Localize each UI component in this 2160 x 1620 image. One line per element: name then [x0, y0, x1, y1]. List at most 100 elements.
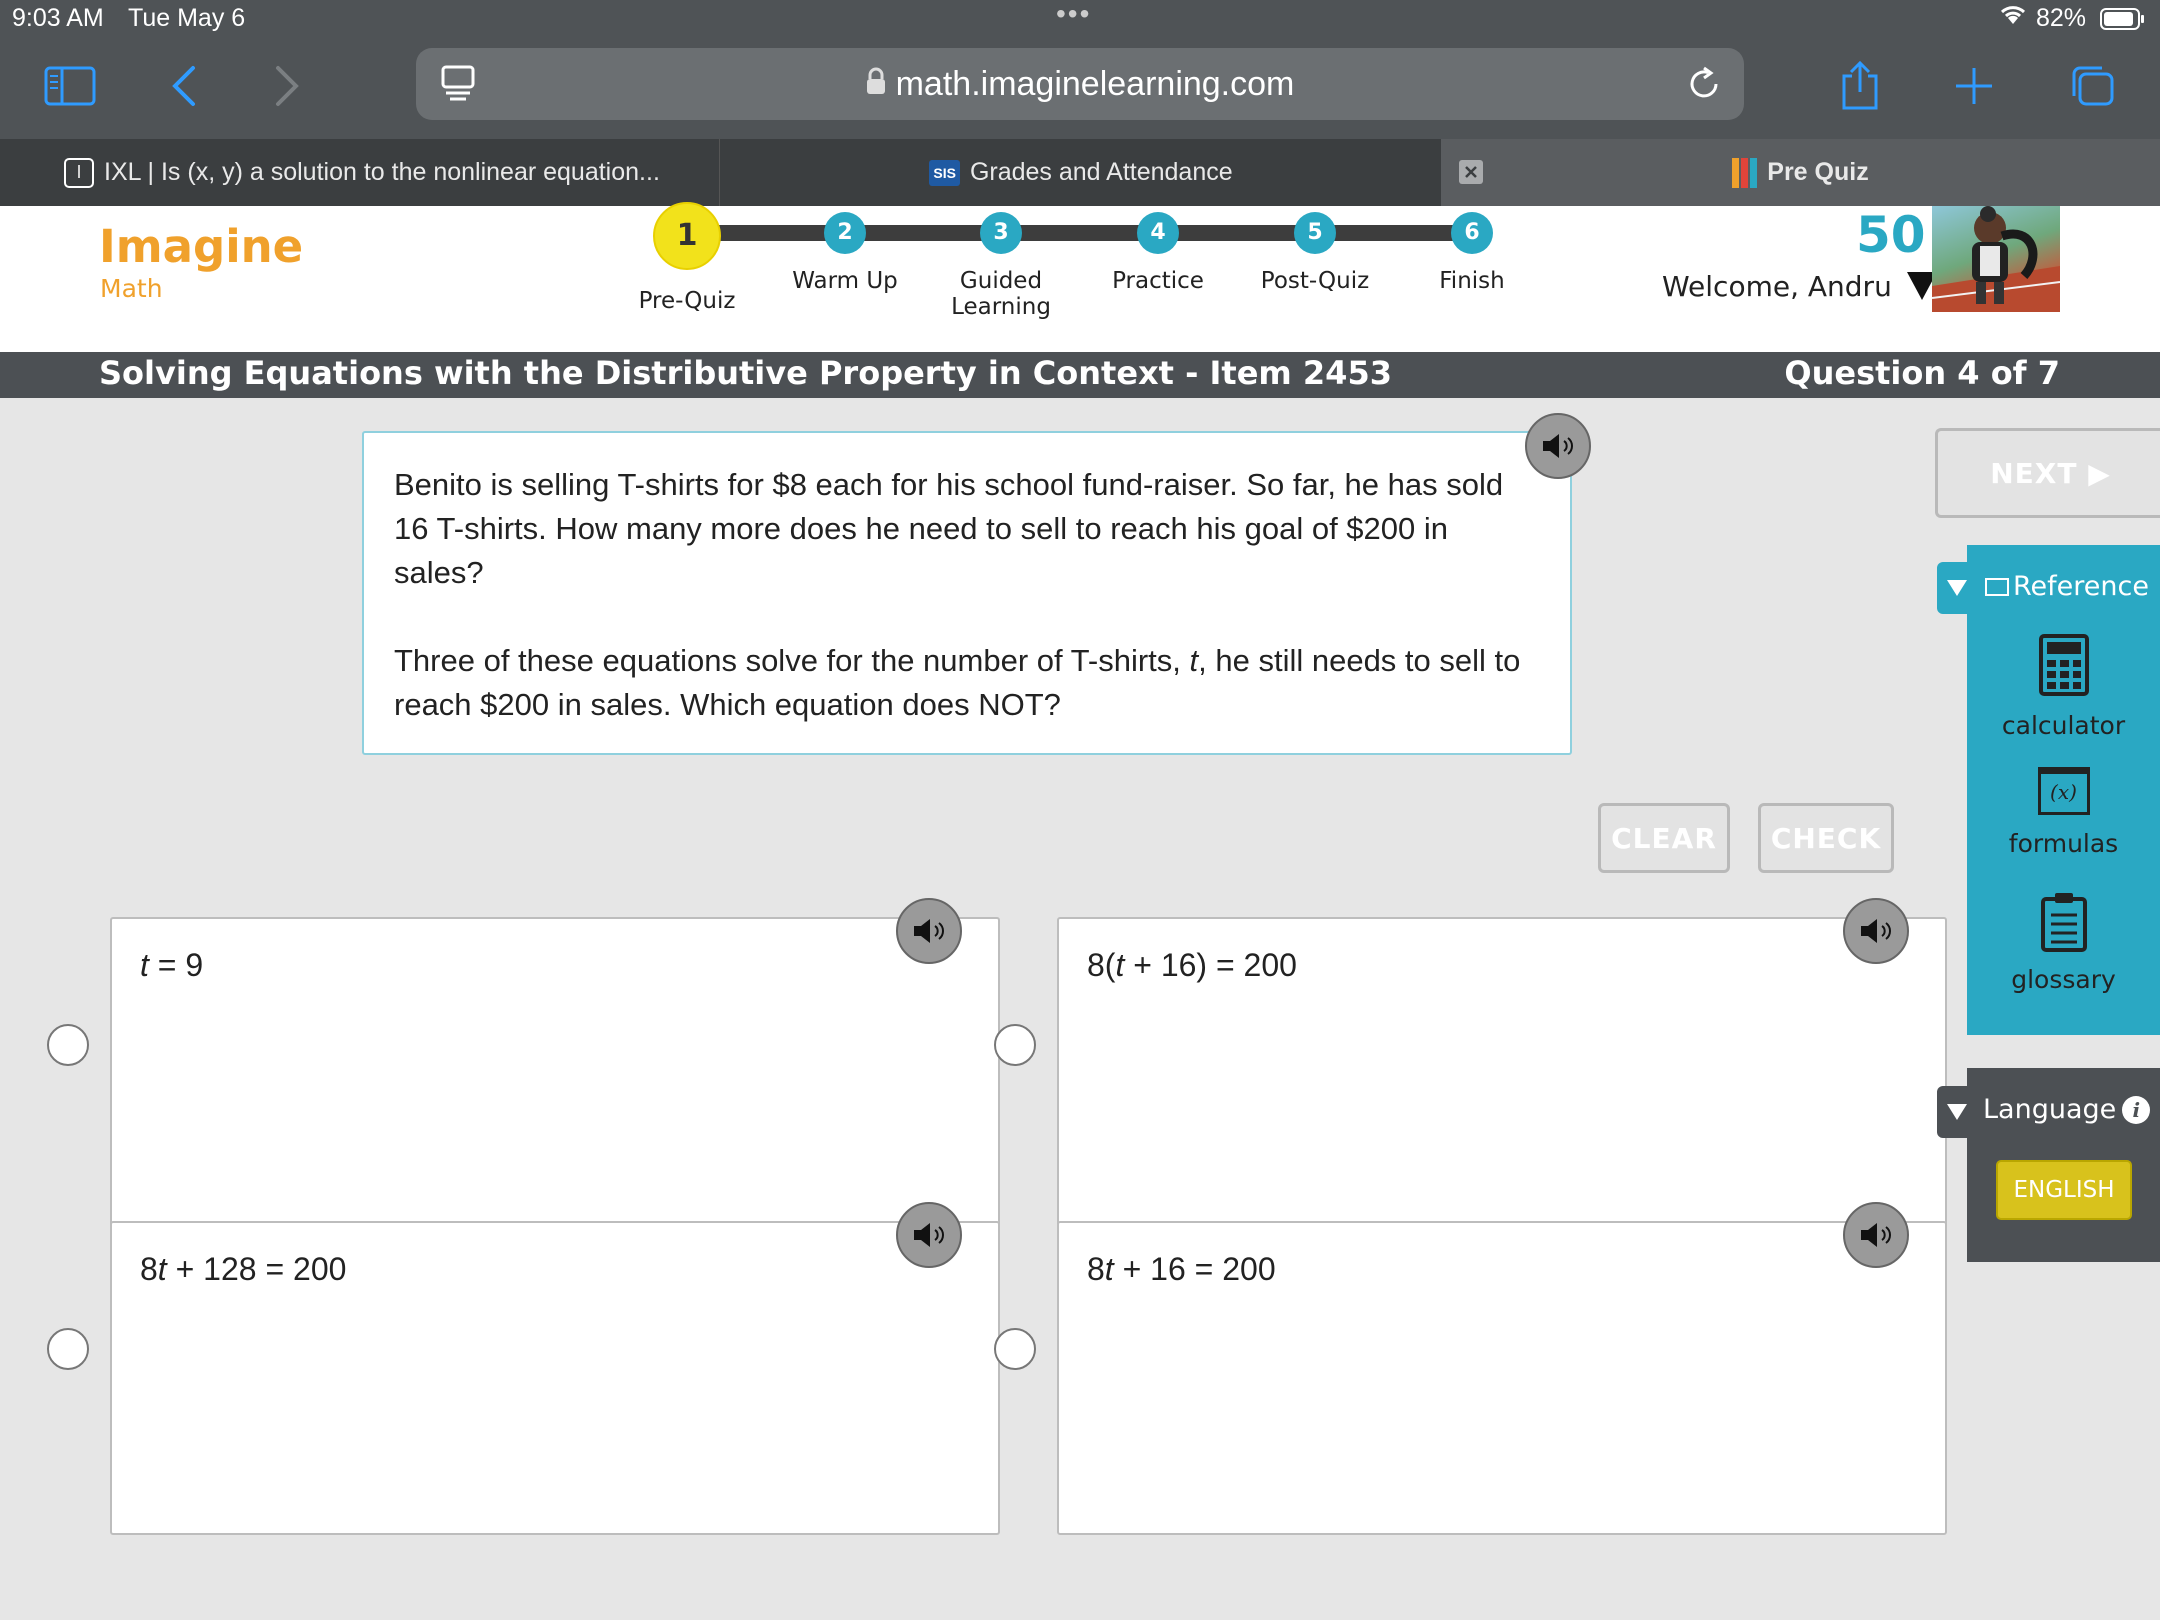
- battery-icon: [2100, 8, 2146, 39]
- answer-audio-button-d[interactable]: [1843, 1202, 1909, 1268]
- reload-icon[interactable]: [1686, 66, 1722, 106]
- step-post-quiz[interactable]: 5 Post-Quiz: [1235, 206, 1395, 294]
- tool-label: glossary: [2011, 965, 2116, 994]
- app-header: Imagine Math 1 Pre-Quiz 2 Warm Up 3 Guid…: [0, 202, 2160, 352]
- speaker-icon: [1861, 919, 1891, 943]
- ixl-favicon: I: [64, 157, 94, 188]
- next-button[interactable]: NEXT ▶: [1935, 428, 2160, 518]
- reference-panel: Reference calculator (x) formulas glossa…: [1967, 545, 2160, 1035]
- step-label: Guided Learning: [951, 268, 1051, 320]
- step-label: Post-Quiz: [1260, 268, 1370, 294]
- battery-percent: 82%: [2036, 4, 2087, 32]
- tab-grades[interactable]: SIS Grades and Attendance: [721, 139, 1441, 206]
- tab-pre-quiz[interactable]: Pre Quiz: [1441, 139, 2160, 206]
- step-number: 2: [824, 212, 866, 254]
- clipboard-icon: [2040, 893, 2087, 952]
- welcome-text: Welcome, Andru: [1662, 270, 1892, 303]
- speaker-icon: [914, 919, 944, 943]
- back-icon[interactable]: [155, 58, 211, 114]
- answer-choice-c[interactable]: 8t + 128 = 200: [110, 1221, 1000, 1535]
- reference-icon: [1985, 577, 2009, 596]
- avatar[interactable]: [1932, 206, 2060, 312]
- answer-radio-a[interactable]: [47, 1024, 89, 1066]
- question-text: Benito is selling T-shirts for $8 each f…: [394, 467, 1504, 590]
- english-button[interactable]: ENGLISH: [1996, 1160, 2132, 1220]
- answer-choice-a[interactable]: t = 9: [110, 917, 1000, 1231]
- calculator-icon: [2038, 634, 2089, 696]
- answer-text: 8t + 16 = 200: [1087, 1251, 1276, 1287]
- browser-toolbar: 9:03 AM Tue May 6 ••• 82% math.imaginele…: [0, 0, 2160, 139]
- share-icon[interactable]: [1832, 58, 1888, 114]
- formulas-tool[interactable]: (x) formulas: [1967, 767, 2160, 858]
- language-title: Language: [1983, 1094, 2117, 1125]
- wifi-icon: [1998, 2, 2028, 33]
- logo[interactable]: Imagine: [99, 220, 303, 273]
- user-menu[interactable]: Welcome, Andru: [1662, 270, 1937, 303]
- step-label: Practice: [1112, 268, 1204, 294]
- answer-text: t = 9: [140, 947, 204, 983]
- answer-text: 8t + 128 = 200: [140, 1251, 347, 1287]
- status-date: Tue May 6: [128, 4, 246, 32]
- speaker-icon: [914, 1223, 944, 1247]
- lesson-title: Solving Equations with the Distributive …: [99, 354, 1392, 392]
- answer-radio-c[interactable]: [47, 1328, 89, 1370]
- url-text[interactable]: math.imaginelearning.com: [416, 48, 1744, 120]
- new-tab-icon[interactable]: [1946, 58, 2002, 114]
- address-bar[interactable]: math.imaginelearning.com: [416, 48, 1744, 120]
- answer-choice-d[interactable]: 8t + 16 = 200: [1057, 1221, 1947, 1535]
- step-number: 3: [980, 212, 1022, 254]
- lock-icon: [866, 65, 886, 104]
- close-tab-icon[interactable]: [1459, 160, 1483, 184]
- logo-subtitle: Math: [100, 274, 163, 303]
- answer-audio-button-b[interactable]: [1843, 898, 1909, 964]
- step-number: 5: [1294, 212, 1336, 254]
- score: 50: [1856, 206, 1926, 264]
- question-instruction: Three of these equations solve for the n…: [394, 643, 1521, 722]
- lesson-title-bar: Solving Equations with the Distributive …: [0, 352, 2160, 398]
- step-label: Warm Up: [792, 268, 898, 294]
- question-counter: Question 4 of 7: [1784, 354, 2060, 392]
- answer-audio-button-c[interactable]: [896, 1202, 962, 1268]
- tool-label: calculator: [2001, 711, 2126, 740]
- calculator-tool[interactable]: calculator: [1967, 633, 2160, 740]
- formulas-icon: (x): [2037, 767, 2090, 815]
- clear-button[interactable]: CLEAR: [1598, 803, 1730, 873]
- step-finish[interactable]: 6 Finish: [1392, 206, 1552, 294]
- tabs-overview-icon[interactable]: [2064, 58, 2120, 114]
- step-warm-up[interactable]: 2 Warm Up: [765, 206, 925, 294]
- answer-choice-b[interactable]: 8(t + 16) = 200: [1057, 917, 1947, 1231]
- step-pre-quiz[interactable]: 1 Pre-Quiz: [607, 202, 767, 314]
- language-header: Language i: [1983, 1094, 2151, 1125]
- step-guided-learning[interactable]: 3 Guided Learning: [921, 206, 1081, 320]
- step-label: Finish: [1439, 268, 1505, 294]
- check-button[interactable]: CHECK: [1758, 803, 1894, 873]
- forward-icon[interactable]: [260, 58, 316, 114]
- info-icon[interactable]: i: [2122, 1095, 2151, 1124]
- question-card: Benito is selling T-shirts for $8 each f…: [362, 431, 1572, 755]
- step-practice[interactable]: 4 Practice: [1078, 206, 1238, 294]
- answer-radio-d[interactable]: [994, 1328, 1036, 1370]
- step-number: 1: [653, 202, 721, 270]
- status-time: 9:03 AM: [12, 4, 104, 32]
- step-number: 6: [1451, 212, 1493, 254]
- answer-radio-b[interactable]: [994, 1024, 1036, 1066]
- sis-favicon: SIS: [929, 159, 960, 186]
- tab-label: Grades and Attendance: [969, 158, 1233, 186]
- tab-label: Pre Quiz: [1767, 158, 1869, 186]
- speaker-icon: [1543, 434, 1573, 458]
- tab-label: IXL | Is (x, y) a solution to the nonlin…: [104, 158, 660, 186]
- tool-label: formulas: [2008, 829, 2119, 858]
- answer-text: 8(t + 16) = 200: [1087, 947, 1297, 983]
- reference-header[interactable]: Reference: [1985, 571, 2149, 602]
- glossary-tool[interactable]: glossary: [1967, 891, 2160, 994]
- step-number: 4: [1137, 212, 1179, 254]
- question-audio-button[interactable]: [1525, 413, 1591, 479]
- step-label: Pre-Quiz: [638, 288, 736, 314]
- tab-bar: I IXL | Is (x, y) a solution to the nonl…: [0, 139, 2160, 206]
- multitask-dots[interactable]: •••: [1056, 0, 1091, 30]
- tab-ixl[interactable]: I IXL | Is (x, y) a solution to the nonl…: [0, 139, 720, 206]
- url-label: math.imaginelearning.com: [895, 64, 1295, 103]
- reference-title: Reference: [2013, 571, 2149, 602]
- answer-audio-button-a[interactable]: [896, 898, 962, 964]
- sidebar-icon[interactable]: [42, 58, 98, 114]
